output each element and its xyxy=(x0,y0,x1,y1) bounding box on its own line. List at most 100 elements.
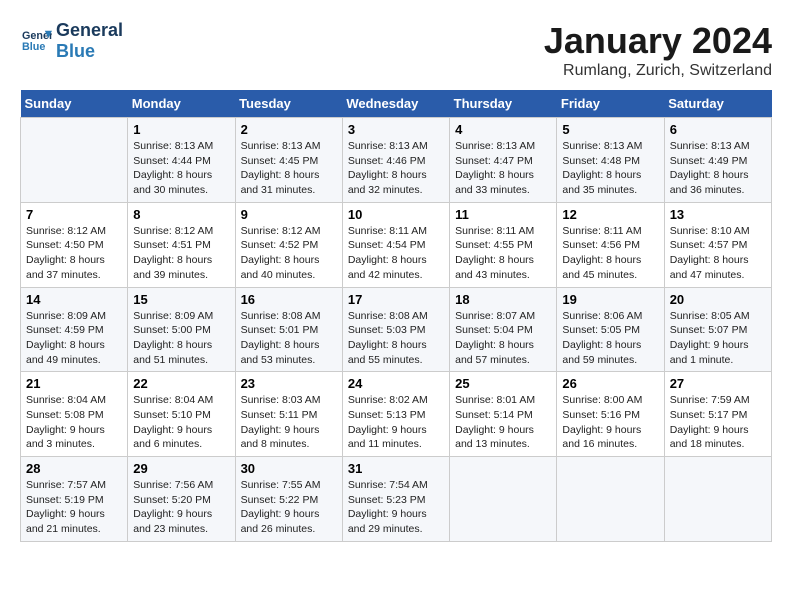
day-number: 9 xyxy=(241,207,337,222)
weekday-header-cell: Thursday xyxy=(450,90,557,118)
day-info: Sunrise: 8:13 AMSunset: 4:49 PMDaylight:… xyxy=(670,139,766,198)
calendar-cell: 18 Sunrise: 8:07 AMSunset: 5:04 PMDayligh… xyxy=(450,287,557,372)
day-number: 8 xyxy=(133,207,229,222)
day-number: 22 xyxy=(133,376,229,391)
day-info: Sunrise: 8:04 AMSunset: 5:08 PMDaylight:… xyxy=(26,393,122,452)
title-block: January 2024 Rumlang, Zurich, Switzerlan… xyxy=(544,20,772,80)
day-info: Sunrise: 8:01 AMSunset: 5:14 PMDaylight:… xyxy=(455,393,551,452)
day-info: Sunrise: 8:11 AMSunset: 4:56 PMDaylight:… xyxy=(562,224,658,283)
day-info: Sunrise: 7:55 AMSunset: 5:22 PMDaylight:… xyxy=(241,478,337,537)
day-info: Sunrise: 8:11 AMSunset: 4:55 PMDaylight:… xyxy=(455,224,551,283)
calendar-cell: 24Sunrise: 8:02 AMSunset: 5:13 PMDayligh… xyxy=(342,372,449,457)
weekday-header-cell: Sunday xyxy=(21,90,128,118)
calendar-cell: 28 Sunrise: 7:57 AMSunset: 5:19 PMDayligh… xyxy=(21,457,128,542)
calendar-cell: 14 Sunrise: 8:09 AMSunset: 4:59 PMDayligh… xyxy=(21,287,128,372)
day-info: Sunrise: 8:05 AMSunset: 5:07 PMDaylight:… xyxy=(670,309,766,368)
day-info: Sunrise: 7:56 AMSunset: 5:20 PMDaylight:… xyxy=(133,478,229,537)
calendar-cell: 7 Sunrise: 8:12 AMSunset: 4:50 PMDaylight… xyxy=(21,202,128,287)
day-info: Sunrise: 7:57 AMSunset: 5:19 PMDaylight:… xyxy=(26,478,122,537)
calendar-cell: 8 Sunrise: 8:12 AMSunset: 4:51 PMDaylight… xyxy=(128,202,235,287)
calendar-cell: 5Sunrise: 8:13 AMSunset: 4:48 PMDaylight… xyxy=(557,118,664,203)
day-number: 28 xyxy=(26,461,122,476)
calendar-cell: 9 Sunrise: 8:12 AMSunset: 4:52 PMDaylight… xyxy=(235,202,342,287)
day-info: Sunrise: 8:12 AMSunset: 4:50 PMDaylight:… xyxy=(26,224,122,283)
calendar-cell: 27 Sunrise: 7:59 AMSunset: 5:17 PMDayligh… xyxy=(664,372,771,457)
day-number: 12 xyxy=(562,207,658,222)
calendar-cell: 4Sunrise: 8:13 AMSunset: 4:47 PMDaylight… xyxy=(450,118,557,203)
day-number: 4 xyxy=(455,122,551,137)
day-number: 27 xyxy=(670,376,766,391)
calendar-week-row: 28 Sunrise: 7:57 AMSunset: 5:19 PMDayligh… xyxy=(21,457,772,542)
calendar-cell: 6Sunrise: 8:13 AMSunset: 4:49 PMDaylight… xyxy=(664,118,771,203)
logo-line2: Blue xyxy=(56,41,123,62)
day-info: Sunrise: 8:11 AMSunset: 4:54 PMDaylight:… xyxy=(348,224,444,283)
day-number: 26 xyxy=(562,376,658,391)
day-number: 18 xyxy=(455,292,551,307)
day-number: 11 xyxy=(455,207,551,222)
day-info: Sunrise: 7:59 AMSunset: 5:17 PMDaylight:… xyxy=(670,393,766,452)
day-info: Sunrise: 8:04 AMSunset: 5:10 PMDaylight:… xyxy=(133,393,229,452)
calendar-cell: 10 Sunrise: 8:11 AMSunset: 4:54 PMDayligh… xyxy=(342,202,449,287)
day-info: Sunrise: 8:07 AMSunset: 5:04 PMDaylight:… xyxy=(455,309,551,368)
logo-line1: General xyxy=(56,20,123,41)
calendar-cell: 15 Sunrise: 8:09 AMSunset: 5:00 PMDayligh… xyxy=(128,287,235,372)
day-info: Sunrise: 8:00 AMSunset: 5:16 PMDaylight:… xyxy=(562,393,658,452)
logo: General Blue General Blue xyxy=(20,20,123,61)
calendar-week-row: 7 Sunrise: 8:12 AMSunset: 4:50 PMDaylight… xyxy=(21,202,772,287)
day-number: 13 xyxy=(670,207,766,222)
day-number: 15 xyxy=(133,292,229,307)
subtitle: Rumlang, Zurich, Switzerland xyxy=(544,62,772,80)
calendar-cell: 31 Sunrise: 7:54 AMSunset: 5:23 PMDayligh… xyxy=(342,457,449,542)
day-info: Sunrise: 8:12 AMSunset: 4:52 PMDaylight:… xyxy=(241,224,337,283)
day-info: Sunrise: 8:09 AMSunset: 4:59 PMDaylight:… xyxy=(26,309,122,368)
day-number: 16 xyxy=(241,292,337,307)
calendar-table: SundayMondayTuesdayWednesdayThursdayFrid… xyxy=(20,90,772,542)
day-info: Sunrise: 8:02 AMSunset: 5:13 PMDaylight:… xyxy=(348,393,444,452)
calendar-cell: 25Sunrise: 8:01 AMSunset: 5:14 PMDayligh… xyxy=(450,372,557,457)
calendar-week-row: 1Sunrise: 8:13 AMSunset: 4:44 PMDaylight… xyxy=(21,118,772,203)
day-number: 31 xyxy=(348,461,444,476)
calendar-cell xyxy=(664,457,771,542)
calendar-cell: 16 Sunrise: 8:08 AMSunset: 5:01 PMDayligh… xyxy=(235,287,342,372)
calendar-week-row: 14 Sunrise: 8:09 AMSunset: 4:59 PMDayligh… xyxy=(21,287,772,372)
calendar-cell: 3Sunrise: 8:13 AMSunset: 4:46 PMDaylight… xyxy=(342,118,449,203)
day-info: Sunrise: 8:10 AMSunset: 4:57 PMDaylight:… xyxy=(670,224,766,283)
calendar-body: 1Sunrise: 8:13 AMSunset: 4:44 PMDaylight… xyxy=(21,118,772,542)
weekday-header-cell: Saturday xyxy=(664,90,771,118)
calendar-cell: 12 Sunrise: 8:11 AMSunset: 4:56 PMDayligh… xyxy=(557,202,664,287)
day-number: 7 xyxy=(26,207,122,222)
calendar-cell: 21Sunrise: 8:04 AMSunset: 5:08 PMDayligh… xyxy=(21,372,128,457)
day-number: 17 xyxy=(348,292,444,307)
calendar-cell xyxy=(21,118,128,203)
calendar-cell: 13 Sunrise: 8:10 AMSunset: 4:57 PMDayligh… xyxy=(664,202,771,287)
weekday-header-cell: Tuesday xyxy=(235,90,342,118)
calendar-cell: 30 Sunrise: 7:55 AMSunset: 5:22 PMDayligh… xyxy=(235,457,342,542)
day-info: Sunrise: 8:08 AMSunset: 5:03 PMDaylight:… xyxy=(348,309,444,368)
day-info: Sunrise: 8:03 AMSunset: 5:11 PMDaylight:… xyxy=(241,393,337,452)
day-info: Sunrise: 8:08 AMSunset: 5:01 PMDaylight:… xyxy=(241,309,337,368)
day-info: Sunrise: 8:09 AMSunset: 5:00 PMDaylight:… xyxy=(133,309,229,368)
header: General Blue General Blue January 2024 R… xyxy=(20,20,772,80)
day-number: 10 xyxy=(348,207,444,222)
day-number: 30 xyxy=(241,461,337,476)
weekday-header-cell: Monday xyxy=(128,90,235,118)
main-title: January 2024 xyxy=(544,20,772,62)
calendar-cell: 11 Sunrise: 8:11 AMSunset: 4:55 PMDayligh… xyxy=(450,202,557,287)
day-number: 2 xyxy=(241,122,337,137)
calendar-cell xyxy=(450,457,557,542)
day-number: 14 xyxy=(26,292,122,307)
day-number: 19 xyxy=(562,292,658,307)
svg-text:Blue: Blue xyxy=(22,41,45,53)
calendar-cell: 23Sunrise: 8:03 AMSunset: 5:11 PMDayligh… xyxy=(235,372,342,457)
calendar-cell: 29Sunrise: 7:56 AMSunset: 5:20 PMDayligh… xyxy=(128,457,235,542)
day-info: Sunrise: 8:06 AMSunset: 5:05 PMDaylight:… xyxy=(562,309,658,368)
day-info: Sunrise: 7:54 AMSunset: 5:23 PMDaylight:… xyxy=(348,478,444,537)
calendar-cell xyxy=(557,457,664,542)
weekday-header-cell: Wednesday xyxy=(342,90,449,118)
day-info: Sunrise: 8:12 AMSunset: 4:51 PMDaylight:… xyxy=(133,224,229,283)
weekday-header-row: SundayMondayTuesdayWednesdayThursdayFrid… xyxy=(21,90,772,118)
day-number: 5 xyxy=(562,122,658,137)
calendar-cell: 20 Sunrise: 8:05 AMSunset: 5:07 PMDayligh… xyxy=(664,287,771,372)
calendar-cell: 2Sunrise: 8:13 AMSunset: 4:45 PMDaylight… xyxy=(235,118,342,203)
day-number: 20 xyxy=(670,292,766,307)
